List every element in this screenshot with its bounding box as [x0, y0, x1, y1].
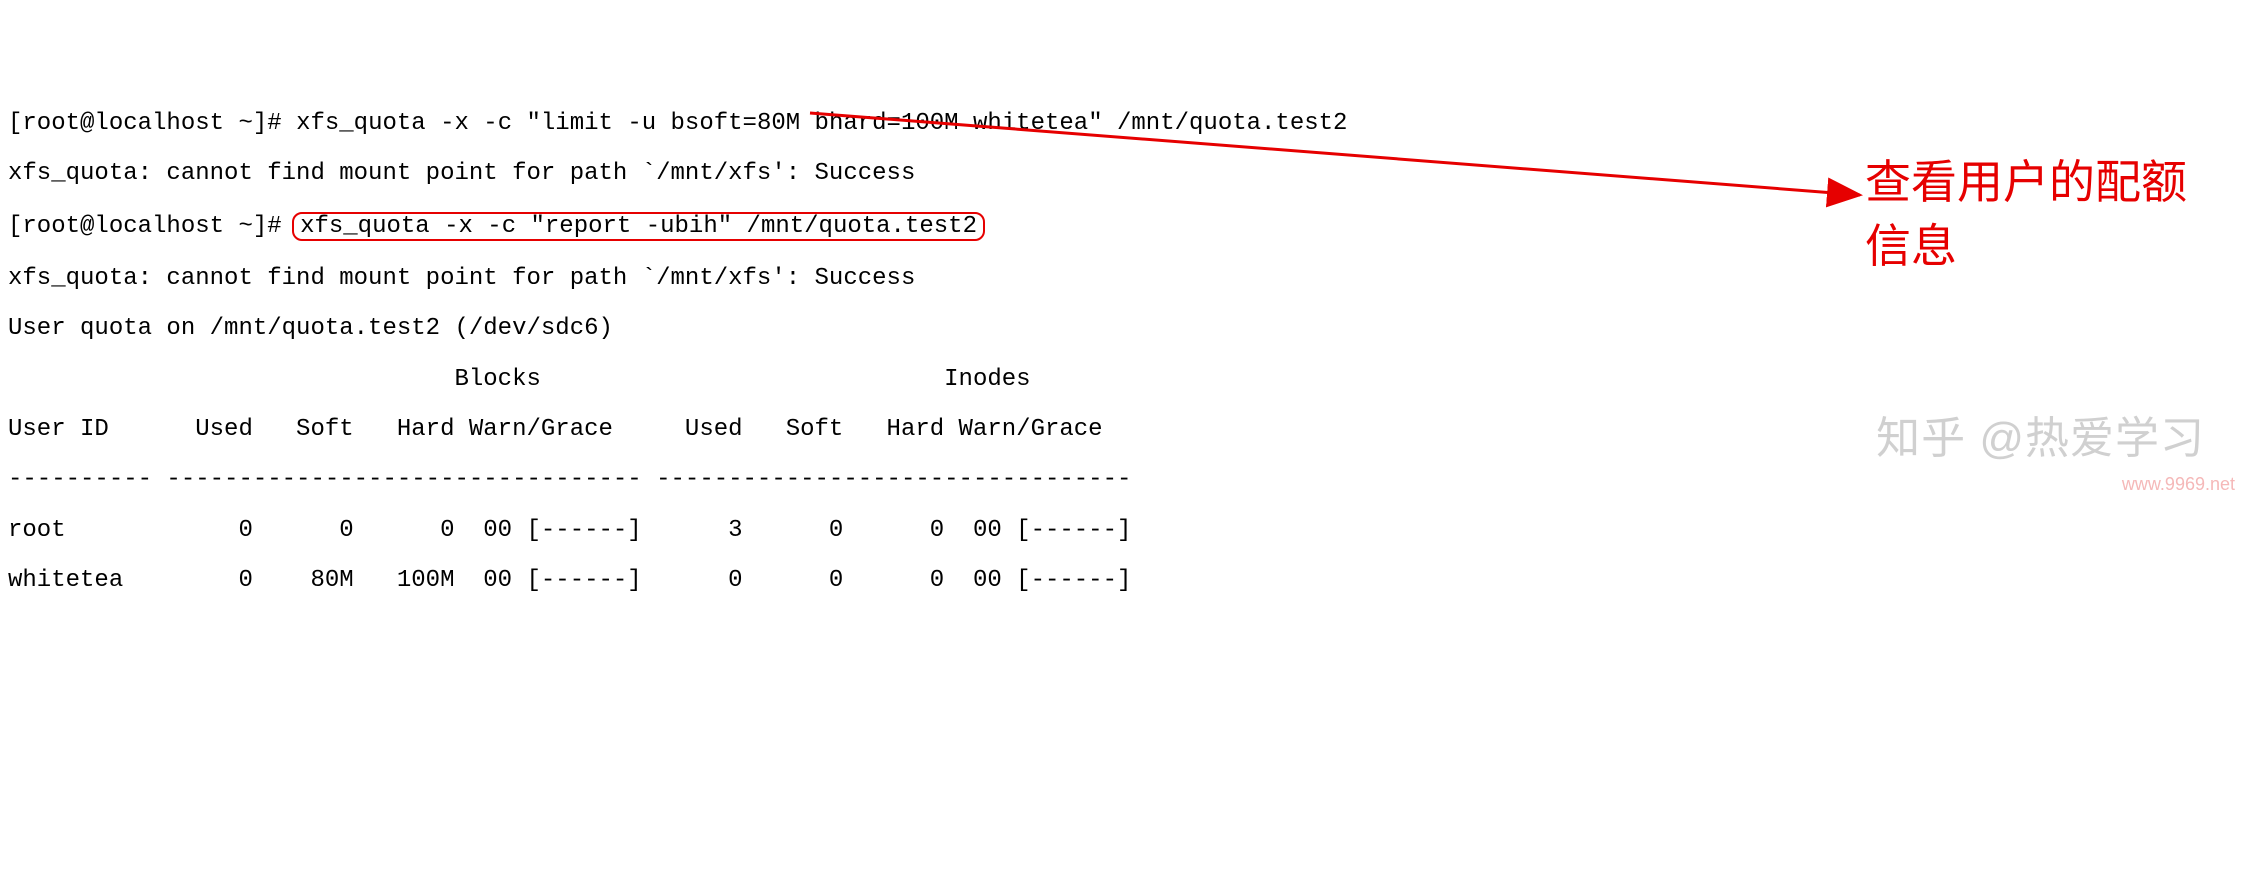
- command-1: xfs_quota -x -c "limit -u bsoft=80M bhar…: [296, 110, 1347, 137]
- table-row-root: root 0 0 0 00 [------] 3 0 0 00 [------]: [8, 518, 2247, 543]
- watermark-zhihu: 知乎 @热爱学习: [1876, 416, 2205, 462]
- table-header-groups: Blocks Inodes: [8, 367, 2247, 392]
- table-separator: ---------- -----------------------------…: [8, 467, 2247, 492]
- annotation-text: 查看用户的配额信息: [1865, 150, 2205, 279]
- watermark-url: www.9969.net: [2122, 475, 2235, 494]
- prompt: [root@localhost ~]#: [8, 110, 282, 137]
- terminal-line-1: [root@localhost ~]# xfs_quota -x -c "lim…: [8, 111, 2247, 136]
- prompt: [root@localhost ~]#: [8, 213, 282, 240]
- quota-title: User quota on /mnt/quota.test2 (/dev/sdc…: [8, 316, 2247, 341]
- table-row-whitetea: whitetea 0 80M 100M 00 [------] 0 0 0 00…: [8, 568, 2247, 593]
- command-2-highlighted: xfs_quota -x -c "report -ubih" /mnt/quot…: [292, 212, 985, 241]
